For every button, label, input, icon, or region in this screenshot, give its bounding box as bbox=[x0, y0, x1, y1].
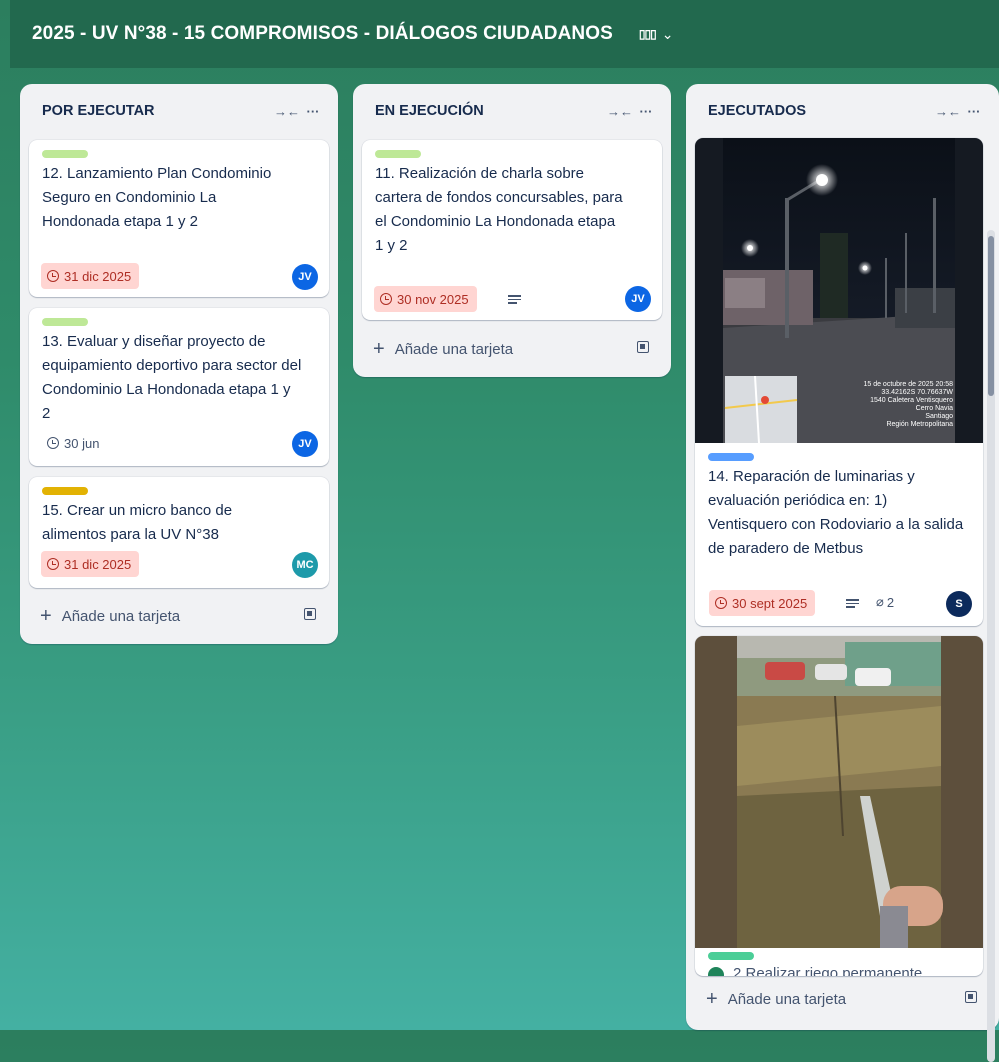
card-title: 11. Realización de charla sobre cartera … bbox=[375, 165, 623, 254]
collapse-list-icon[interactable]: →← bbox=[607, 104, 633, 119]
add-card-label: Añade una tarjeta bbox=[61, 607, 181, 625]
card-2[interactable]: 2 Realizar riego permanente bbox=[695, 636, 983, 976]
avatar[interactable]: MC bbox=[292, 552, 318, 578]
attachment-count: ⌀ 2 bbox=[876, 594, 894, 610]
add-card-label: Añade una tarjeta bbox=[727, 990, 847, 1008]
plus-icon: + bbox=[373, 338, 385, 360]
add-card-label: Añade una tarjeta bbox=[394, 340, 514, 358]
clock-icon bbox=[47, 437, 59, 449]
card-label-green-strong bbox=[708, 952, 754, 960]
avatar[interactable]: JV bbox=[292, 431, 318, 457]
list-en-ejecucion: EN EJECUCIÓN →← ··· 11. Realización de c… bbox=[353, 84, 671, 377]
card-title: 15. Crear un micro banco de alimentos pa… bbox=[42, 502, 233, 543]
collapse-list-icon[interactable]: →← bbox=[274, 104, 300, 119]
list-header: EJECUTADOS →← ··· bbox=[686, 84, 999, 138]
board-view-icon: ▯▯▯ bbox=[638, 27, 657, 41]
description-icon bbox=[508, 295, 521, 305]
due-date-badge[interactable]: 31 dic 2025 bbox=[41, 263, 140, 289]
list-por-ejecutar: POR EJECUTAR →← ··· 12. Lanzamiento Plan… bbox=[20, 84, 338, 644]
list-title[interactable]: POR EJECUTAR bbox=[42, 103, 274, 119]
complete-check-icon bbox=[708, 967, 724, 976]
card-12[interactable]: 12. Lanzamiento Plan Condominio Seguro e… bbox=[29, 140, 329, 297]
board-title[interactable]: 2025 - UV N°38 - 15 COMPROMISOS - DIÁLOG… bbox=[32, 23, 613, 45]
street-night-photo: 15 de octubre de 2025 20:58 33.42162S 70… bbox=[695, 138, 983, 444]
clock-icon bbox=[47, 558, 59, 570]
due-date-text: 30 jun bbox=[64, 435, 100, 451]
due-date-badge[interactable]: 30 nov 2025 bbox=[374, 286, 477, 312]
description-icon bbox=[846, 599, 859, 609]
photo-commune: Cerro Navia bbox=[916, 405, 953, 412]
due-date-text: 31 dic 2025 bbox=[64, 556, 132, 572]
add-card-button[interactable]: + Añade una tarjeta bbox=[365, 332, 659, 366]
avatar[interactable]: JV bbox=[292, 264, 318, 290]
card-title: 2 Realizar riego permanente bbox=[733, 965, 923, 976]
due-date-badge[interactable]: 31 dic 2025 bbox=[41, 551, 140, 577]
card-label-yellow bbox=[42, 487, 88, 495]
photo-timestamp: 15 de octubre de 2025 20:58 bbox=[863, 381, 953, 388]
add-card-button[interactable]: + Añade una tarjeta bbox=[32, 599, 326, 633]
card-title: 14. Reparación de luminarias y evaluació… bbox=[708, 468, 964, 557]
clock-icon bbox=[715, 597, 727, 609]
due-date-text: 30 sept 2025 bbox=[732, 595, 808, 611]
due-date-text: 30 nov 2025 bbox=[397, 291, 469, 307]
add-card-button[interactable]: + Añade una tarjeta bbox=[698, 982, 987, 1016]
list-header: POR EJECUTAR →← ··· bbox=[20, 84, 338, 138]
chevron-down-icon: ⌄ bbox=[661, 25, 674, 42]
card-15[interactable]: 15. Crear un micro banco de alimentos pa… bbox=[29, 477, 329, 588]
list-title[interactable]: EN EJECUCIÓN bbox=[375, 103, 607, 119]
list-scrollbar[interactable] bbox=[987, 230, 995, 1062]
card-14[interactable]: 15 de octubre de 2025 20:58 33.42162S 70… bbox=[695, 138, 983, 626]
card-title: 12. Lanzamiento Plan Condominio Seguro e… bbox=[42, 165, 272, 230]
card-template-icon[interactable] bbox=[304, 608, 316, 620]
card-label-green bbox=[42, 150, 88, 158]
card-cover-image: 15 de octubre de 2025 20:58 33.42162S 70… bbox=[695, 138, 983, 444]
board-view-switcher[interactable]: ▯▯▯ ⌄ bbox=[639, 26, 674, 43]
list-title[interactable]: EJECUTADOS bbox=[708, 103, 935, 119]
list-menu-icon[interactable]: ··· bbox=[633, 104, 659, 119]
photo-city: Santiago bbox=[925, 413, 953, 420]
card-template-icon[interactable] bbox=[965, 991, 977, 1003]
paperclip-icon: ⌀ bbox=[876, 594, 884, 609]
card-cover-image bbox=[695, 636, 983, 948]
card-label-blue bbox=[708, 453, 754, 461]
card-11[interactable]: 11. Realización de charla sobre cartera … bbox=[362, 140, 662, 320]
card-label-green bbox=[375, 150, 421, 158]
photo-address: 1540 Caletera Ventisquero bbox=[870, 397, 953, 404]
photo-coordinates: 33.42162S 70.76637W bbox=[881, 389, 953, 396]
board-header: 2025 - UV N°38 - 15 COMPROMISOS - DIÁLOG… bbox=[10, 0, 999, 68]
list-header: EN EJECUCIÓN →← ··· bbox=[353, 84, 671, 138]
card-template-icon[interactable] bbox=[637, 341, 649, 353]
card-title: 13. Evaluar y diseñar proyecto de equipa… bbox=[42, 333, 302, 422]
list-menu-icon[interactable]: ··· bbox=[961, 104, 987, 119]
plus-icon: + bbox=[706, 988, 718, 1010]
clock-icon bbox=[47, 270, 59, 282]
list-ejecutados: EJECUTADOS →← ··· 15 de octubre de 2025 … bbox=[686, 84, 999, 1062]
due-date-badge[interactable]: 30 jun bbox=[45, 430, 107, 456]
photo-region: Región Metropolitana bbox=[886, 421, 953, 428]
due-date-badge[interactable]: 30 sept 2025 bbox=[709, 590, 816, 616]
card-label-green bbox=[42, 318, 88, 326]
due-date-text: 31 dic 2025 bbox=[64, 268, 132, 284]
list-menu-icon[interactable]: ··· bbox=[300, 104, 326, 119]
clock-icon bbox=[380, 293, 392, 305]
attachment-count-text: 2 bbox=[886, 594, 895, 610]
collapse-list-icon[interactable]: →← bbox=[935, 104, 961, 119]
scrollbar-thumb[interactable] bbox=[988, 236, 994, 396]
avatar[interactable]: S bbox=[946, 591, 972, 617]
watering-photo bbox=[695, 636, 983, 948]
plus-icon: + bbox=[40, 605, 52, 627]
avatar[interactable]: JV bbox=[625, 286, 651, 312]
card-13[interactable]: 13. Evaluar y diseñar proyecto de equipa… bbox=[29, 308, 329, 466]
